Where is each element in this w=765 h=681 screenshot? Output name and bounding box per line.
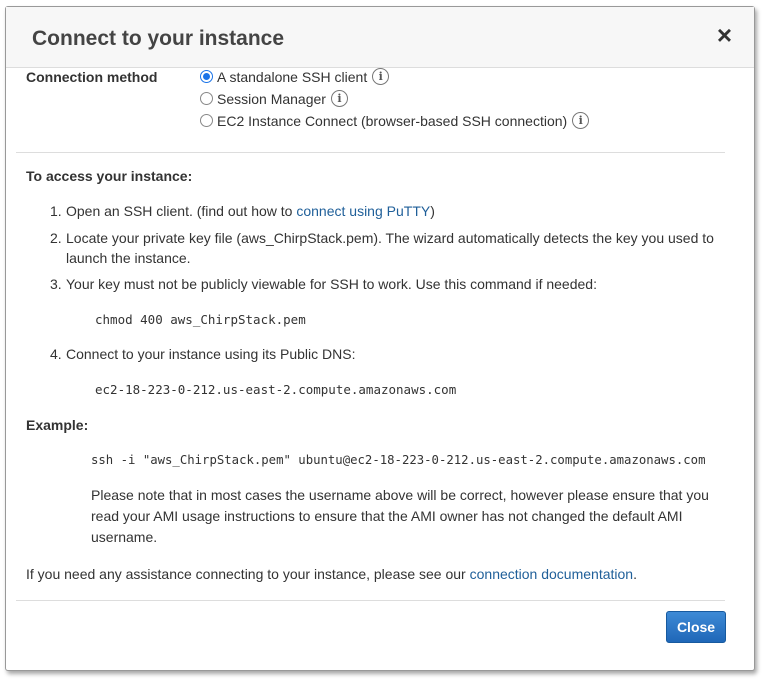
- step-number: 2.: [50, 230, 62, 246]
- step-text: Your key must not be publicly viewable f…: [66, 276, 597, 292]
- info-icon[interactable]: i: [572, 112, 590, 129]
- step-text-suffix: ): [430, 203, 435, 219]
- step-4: 4. Connect to your instance using its Pu…: [50, 344, 726, 364]
- step-text: Locate your private key file (aws_ChirpS…: [66, 230, 714, 266]
- radio-option-instance-connect[interactable]: EC2 Instance Connect (browser-based SSH …: [200, 112, 590, 129]
- step-2: 2. Locate your private key file (aws_Chi…: [50, 228, 726, 268]
- connect-using-putty-link[interactable]: connect using PuTTY: [296, 203, 430, 219]
- example-heading: Example:: [26, 417, 89, 433]
- step-text: Connect to your instance using its Publi…: [66, 346, 356, 362]
- step-1: 1. Open an SSH client. (find out how to …: [50, 201, 726, 221]
- chmod-command: chmod 400 aws_ChirpStack.pem: [95, 312, 306, 327]
- ssh-example-command: ssh -i "aws_ChirpStack.pem" ubuntu@ec2-1…: [91, 453, 706, 467]
- radio-button-ssh-client[interactable]: [200, 70, 213, 83]
- close-icon[interactable]: ×: [717, 22, 732, 48]
- connection-method-label: Connection method: [26, 69, 158, 85]
- connection-documentation-link[interactable]: connection documentation: [470, 566, 633, 582]
- radio-button-session-manager[interactable]: [200, 92, 213, 105]
- footer-divider: [16, 600, 725, 601]
- info-icon[interactable]: i: [330, 90, 348, 107]
- step-3: 3. Your key must not be publicly viewabl…: [50, 274, 726, 294]
- dialog-header: Connect to your instance ×: [6, 7, 754, 68]
- username-note: Please note that in most cases the usern…: [91, 487, 709, 545]
- assistance-text-body: If you need any assistance connecting to…: [26, 566, 470, 582]
- public-dns-value: ec2-18-223-0-212.us-east-2.compute.amazo…: [95, 382, 457, 397]
- radio-option-session-manager[interactable]: Session Manager i: [200, 90, 348, 107]
- divider: [16, 152, 725, 153]
- radio-button-instance-connect[interactable]: [200, 114, 213, 127]
- radio-label-ssh-client[interactable]: A standalone SSH client: [217, 69, 367, 85]
- radio-option-ssh-client[interactable]: A standalone SSH client i: [200, 68, 390, 85]
- step-number: 1.: [50, 203, 62, 219]
- radio-label-session-manager[interactable]: Session Manager: [217, 91, 326, 107]
- step-text: Open an SSH client. (find out how to: [66, 203, 297, 219]
- assistance-suffix: .: [633, 566, 637, 582]
- radio-label-instance-connect[interactable]: EC2 Instance Connect (browser-based SSH …: [217, 113, 567, 129]
- dialog-title: Connect to your instance: [32, 27, 285, 50]
- close-button[interactable]: Close: [666, 611, 726, 643]
- step-number: 3.: [50, 276, 62, 292]
- step-number: 4.: [50, 346, 62, 362]
- access-heading: To access your instance:: [26, 168, 193, 184]
- info-icon[interactable]: i: [372, 68, 390, 85]
- assistance-text: If you need any assistance connecting to…: [26, 566, 637, 582]
